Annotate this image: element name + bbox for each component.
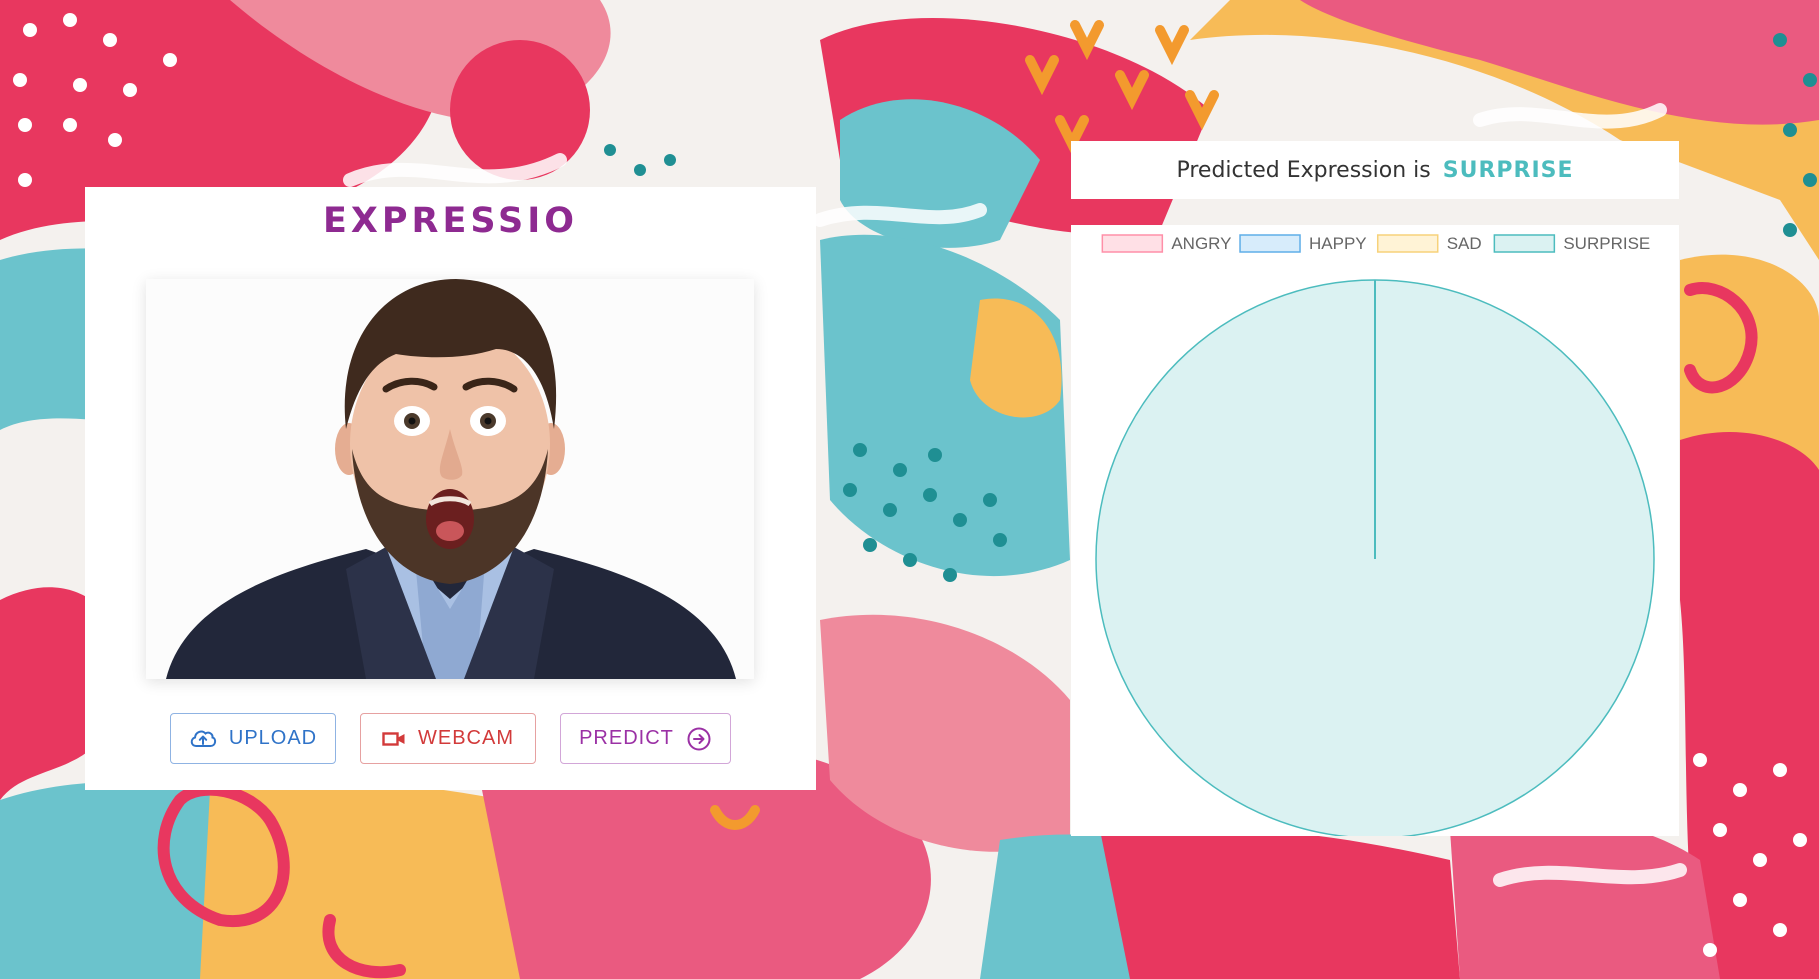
expression-pie-chart-card: ANGRY HAPPY SAD SURPRISE	[1071, 225, 1679, 836]
arrow-right-circle-icon	[687, 727, 711, 750]
face-photo-illustration	[146, 279, 754, 679]
legend-item-angry[interactable]: ANGRY	[1101, 234, 1231, 253]
legend-item-surprise[interactable]: SURPRISE	[1493, 234, 1650, 253]
prediction-value: SURPRISE	[1442, 157, 1574, 183]
image-upload-card: EXPRESSIO UPLOAD WEBCAM PREDICT	[85, 187, 816, 790]
webcam-button[interactable]: WEBCAM	[360, 713, 536, 764]
webcam-button-label: WEBCAM	[418, 727, 514, 749]
expression-pie-chart: ANGRY HAPPY SAD SURPRISE	[1095, 234, 1655, 836]
legend-label-happy: HAPPY	[1309, 234, 1367, 253]
legend-label-angry: ANGRY	[1171, 234, 1231, 253]
legend-swatch-surprise	[1493, 234, 1556, 253]
legend-label-sad: SAD	[1447, 234, 1482, 253]
legend-item-sad[interactable]: SAD	[1376, 234, 1482, 253]
predict-button[interactable]: PREDICT	[560, 713, 731, 764]
legend-swatch-angry	[1101, 234, 1164, 253]
prediction-result-bar: Predicted Expression is SURPRISE	[1071, 141, 1679, 199]
upload-button[interactable]: UPLOAD	[170, 713, 336, 764]
legend-swatch-sad	[1376, 234, 1439, 253]
legend-swatch-happy	[1239, 234, 1301, 253]
uploaded-photo	[146, 279, 754, 679]
app-title: EXPRESSIO	[322, 201, 579, 241]
chart-legend: ANGRY HAPPY SAD SURPRISE	[1101, 234, 1650, 253]
legend-item-happy[interactable]: HAPPY	[1239, 234, 1367, 253]
legend-label-surprise: SURPRISE	[1563, 234, 1650, 253]
cloud-upload-icon	[190, 730, 216, 747]
predict-button-label: PREDICT	[579, 727, 674, 749]
video-camera-icon	[382, 731, 405, 746]
upload-button-label: UPLOAD	[228, 727, 318, 749]
pie-slices	[1095, 279, 1655, 836]
prediction-label: Predicted Expression is	[1176, 157, 1431, 183]
